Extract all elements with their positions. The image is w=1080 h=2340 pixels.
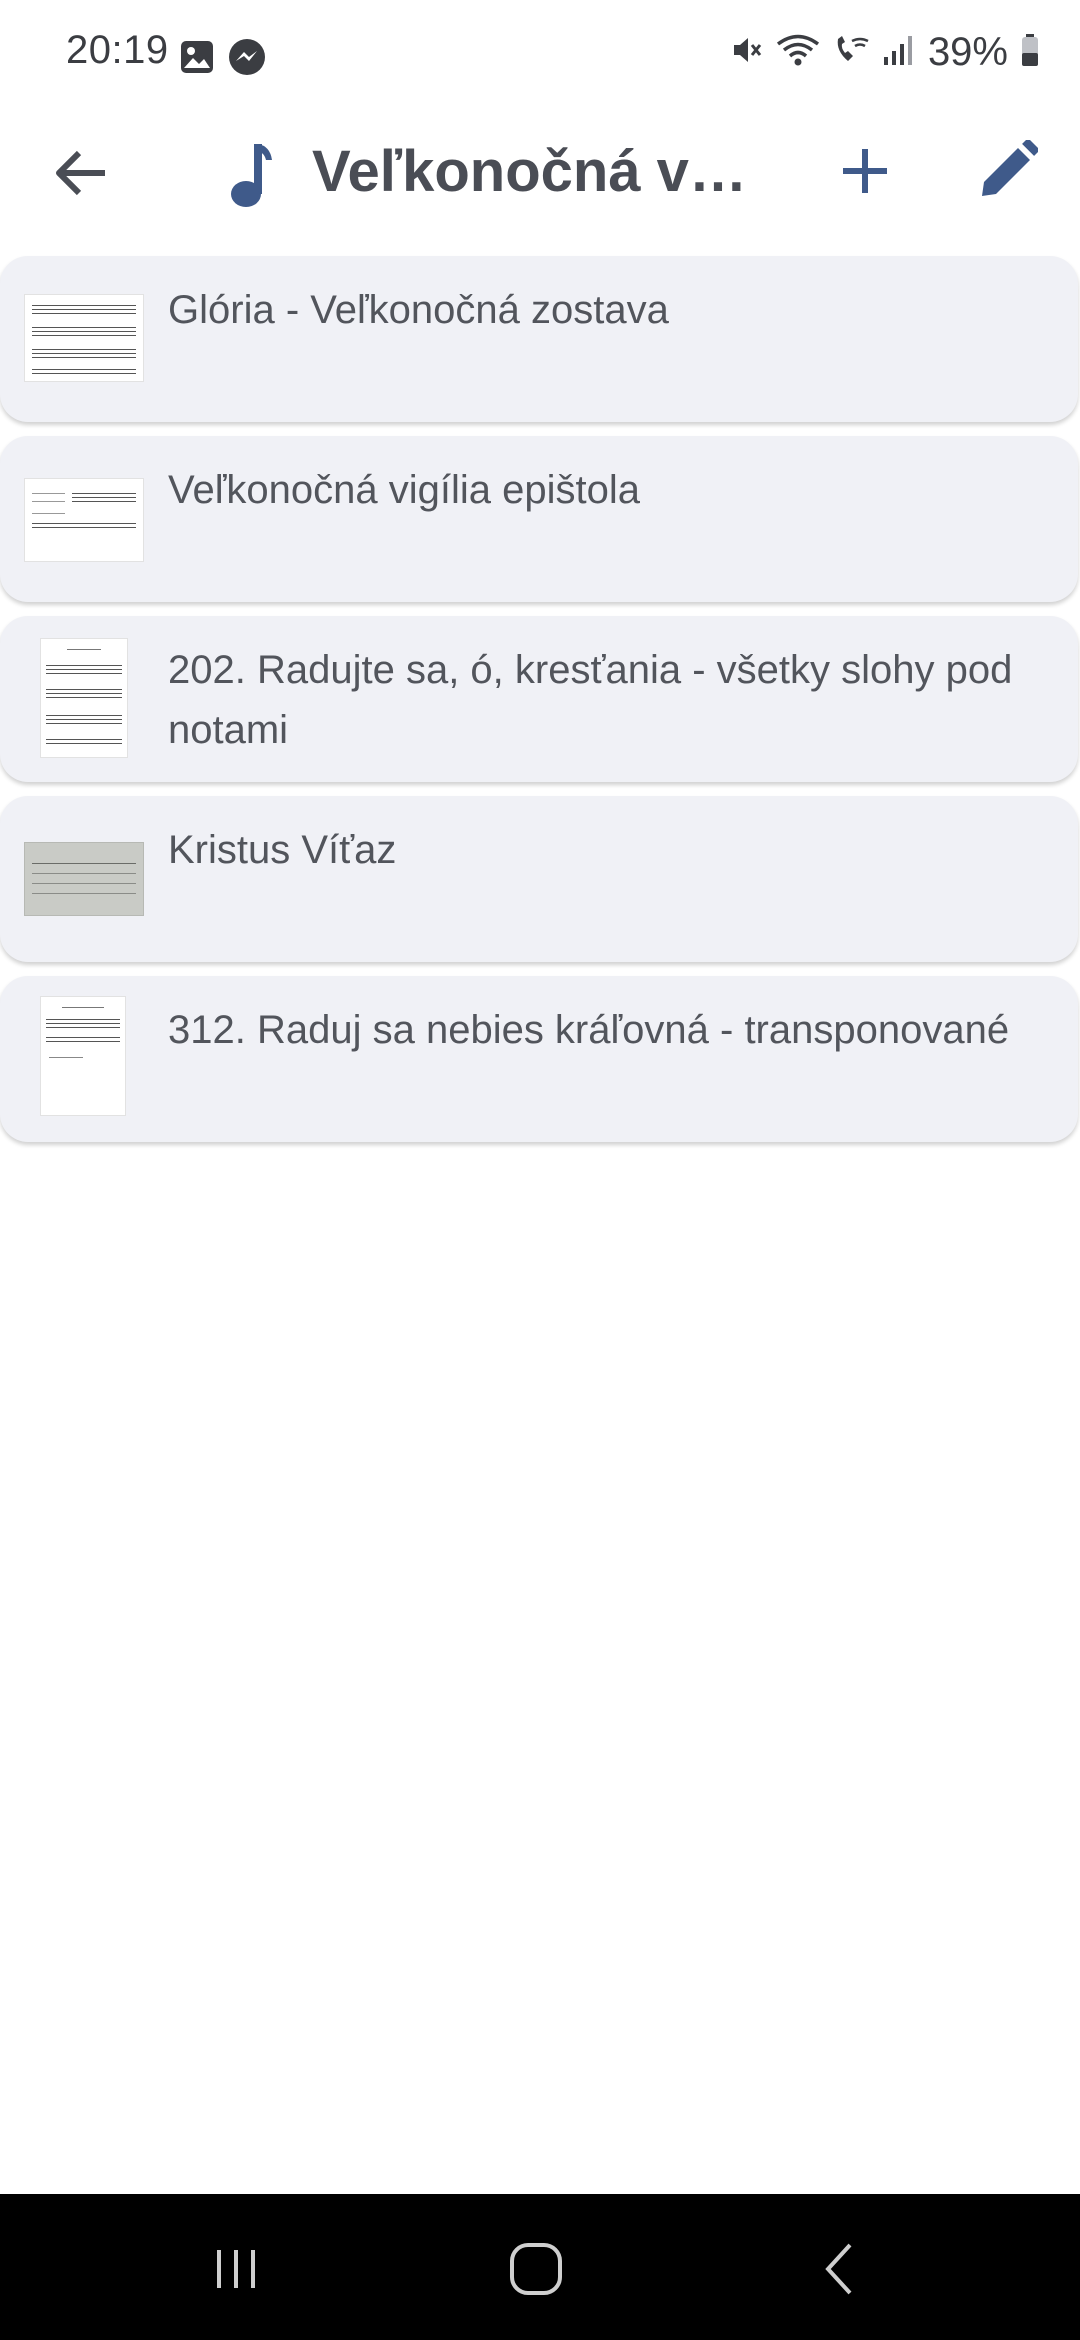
list-item-title: 312. Raduj sa nebies kráľovná - transpon… [168, 1008, 1010, 1052]
list-item[interactable]: Kristus Víťaz [0, 796, 1078, 962]
battery-icon [1020, 33, 1040, 72]
status-time: 20:19 [66, 28, 169, 72]
list-item[interactable]: Veľkonočná vigília epištola [0, 436, 1078, 602]
back-icon [825, 2243, 852, 2295]
plus-icon [843, 149, 887, 193]
list-item-title: Glória - Veľkonočná zostava [168, 288, 669, 332]
score-thumbnail [24, 842, 144, 916]
add-button[interactable] [830, 136, 900, 206]
home-icon [510, 2243, 562, 2295]
wifi-calling-icon [832, 33, 870, 72]
back-arrow-icon [56, 150, 105, 196]
score-thumbnail [24, 478, 144, 562]
list-item-title: Kristus Víťaz [168, 828, 397, 872]
score-thumbnail [24, 294, 144, 382]
app-bar: Veľkonočná vi... [0, 112, 1080, 232]
list-item[interactable]: 312. Raduj sa nebies kráľovná - transpon… [0, 976, 1078, 1142]
page-title: Veľkonočná vi... [312, 139, 752, 204]
list-item-title: Veľkonočná vigília epištola [168, 468, 640, 512]
recents-button[interactable] [196, 2234, 276, 2304]
score-thumbnail [40, 996, 126, 1116]
status-bar: 20:19 39% [0, 0, 1080, 112]
gallery-icon [180, 40, 214, 79]
back-button[interactable] [46, 138, 116, 208]
recents-icon [217, 2250, 255, 2288]
system-nav-bar [0, 2194, 1080, 2340]
list-item-title: 202. Radujte sa, ó, kresťania - všetky s… [168, 648, 1013, 752]
home-button[interactable] [496, 2234, 576, 2304]
pencil-icon [982, 140, 1038, 196]
list-item[interactable]: 202. Radujte sa, ó, kresťania - všetky s… [0, 616, 1078, 782]
battery-percent: 39% [927, 30, 1008, 74]
signal-icon [882, 33, 916, 72]
messenger-icon [228, 38, 266, 81]
edit-button[interactable] [972, 134, 1044, 206]
wifi-icon [776, 33, 820, 72]
music-note-icon [224, 140, 280, 210]
list-item[interactable]: Glória - Veľkonočná zostava [0, 256, 1078, 422]
score-thumbnail [40, 638, 128, 758]
mute-icon [730, 33, 764, 72]
nav-back-button[interactable] [800, 2234, 880, 2304]
